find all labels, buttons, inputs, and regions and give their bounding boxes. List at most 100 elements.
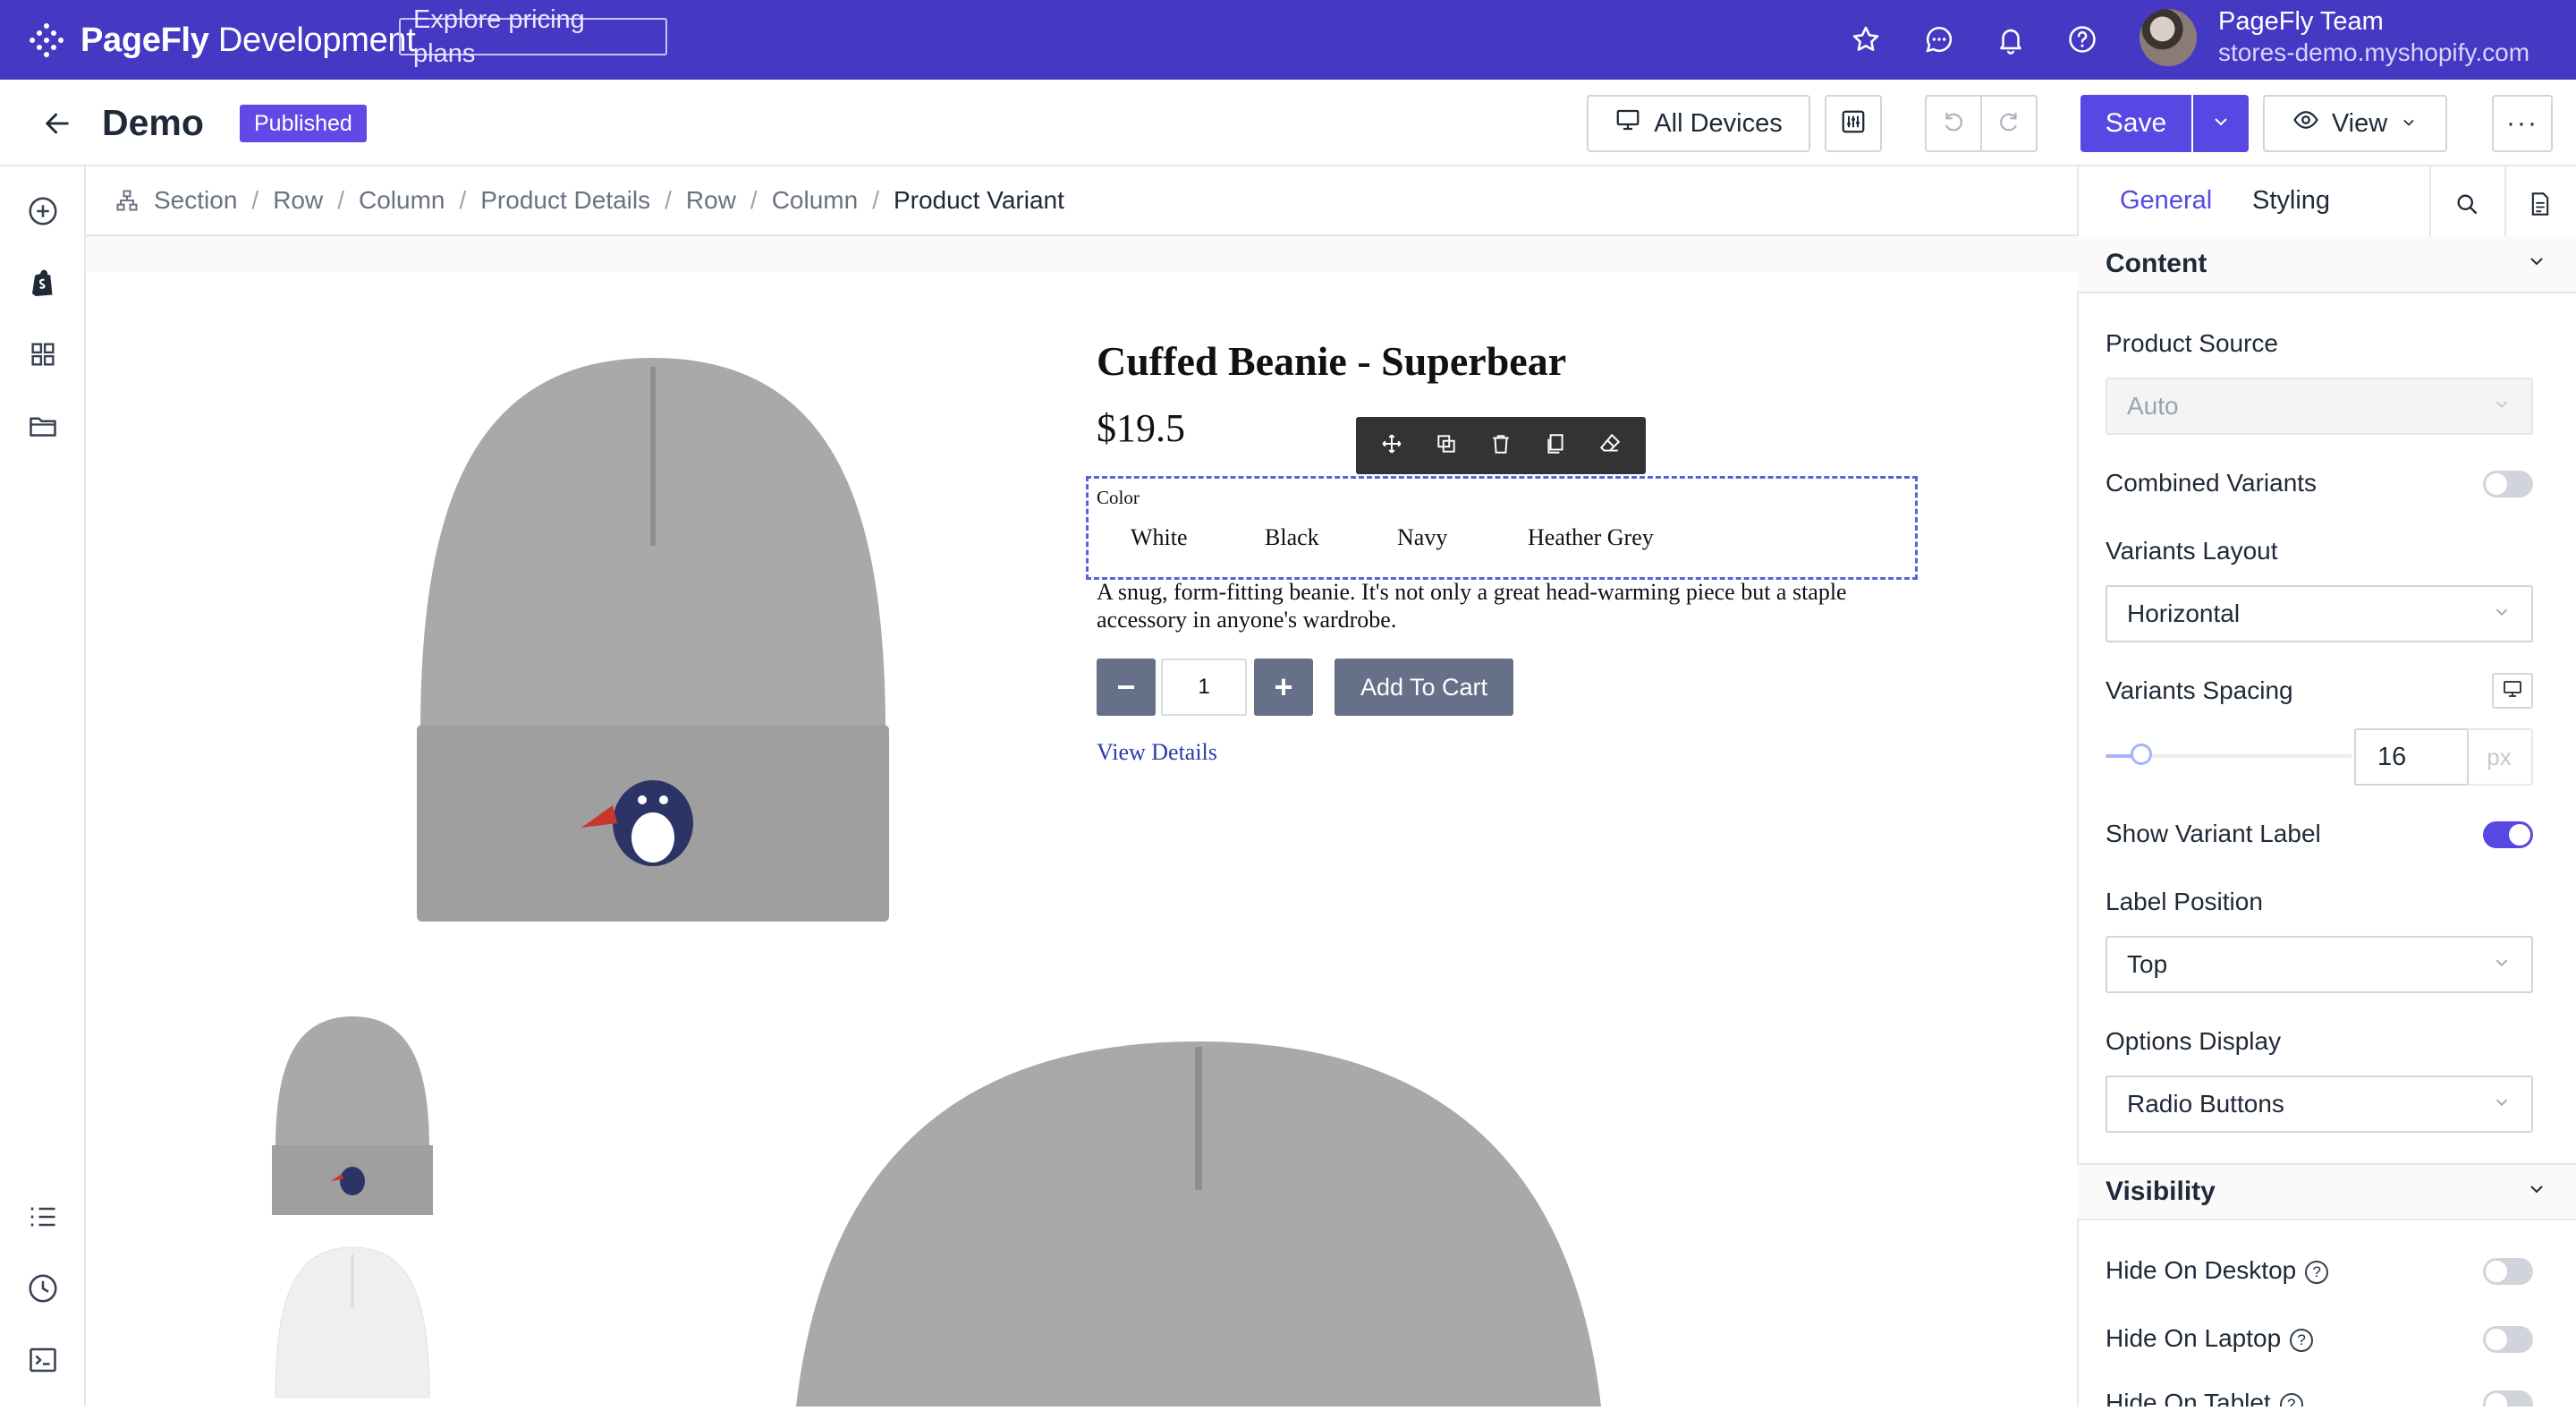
hide-on-tablet-label: Hide On Tablet? [2106, 1389, 2303, 1407]
add-element-icon[interactable] [23, 191, 63, 231]
breadcrumb-item[interactable]: Section [154, 186, 237, 215]
eye-icon [2292, 106, 2319, 140]
options-display-select[interactable]: Radio Buttons [2106, 1075, 2533, 1133]
product-source-label: Product Source [2106, 329, 2278, 357]
content-section-header[interactable]: Content [2077, 236, 2576, 293]
breadcrumb-item[interactable]: Column [772, 186, 858, 215]
view-details-link[interactable]: View Details [1097, 739, 1217, 766]
folder-icon[interactable] [23, 406, 63, 446]
undo-button[interactable] [1925, 95, 1982, 152]
eraser-icon[interactable] [1598, 432, 1622, 460]
search-icon[interactable] [2447, 184, 2487, 224]
chat-icon[interactable] [1921, 21, 1957, 57]
variant-option[interactable]: Navy [1397, 524, 1447, 551]
breadcrumb: Section / Row / Column / Product Details / R… [86, 166, 2077, 236]
responsive-device-button[interactable] [2492, 673, 2533, 709]
help-icon[interactable]: ? [2305, 1260, 2329, 1284]
shopify-icon[interactable] [23, 263, 63, 302]
move-icon[interactable] [1380, 432, 1403, 460]
copy-icon[interactable] [1544, 432, 1567, 460]
explore-pricing-button[interactable]: Explore pricing plans [399, 5, 667, 68]
options-display-label: Options Display [2106, 1027, 2282, 1055]
help-icon[interactable]: ? [2290, 1328, 2314, 1352]
breadcrumb-item[interactable]: Row [686, 186, 736, 215]
help-icon[interactable] [2064, 21, 2100, 57]
hide-on-desktop-toggle[interactable] [2483, 1258, 2533, 1285]
view-label: View [2331, 108, 2388, 138]
redo-button[interactable] [1980, 95, 2038, 152]
variant-option[interactable]: Black [1265, 524, 1319, 551]
breadcrumb-item[interactable]: Column [359, 186, 445, 215]
variant-label: Color [1097, 487, 1140, 508]
selected-element-outline[interactable] [1086, 476, 1918, 580]
quantity-decrease-button[interactable]: − [1097, 659, 1156, 716]
chevron-down-icon [2526, 1177, 2547, 1207]
help-icon[interactable]: ? [2279, 1392, 2303, 1407]
chevron-down-icon [2492, 950, 2512, 979]
add-to-cart-button[interactable]: Add To Cart [1335, 659, 1513, 716]
history-icon[interactable] [23, 1269, 63, 1308]
product-description[interactable]: A snug, form-fitting beanie. It's not on… [1097, 578, 1884, 633]
hide-on-tablet-toggle[interactable] [2483, 1390, 2533, 1407]
duplicate-icon[interactable] [1435, 432, 1458, 460]
grid-icon[interactable] [23, 335, 63, 374]
star-icon[interactable] [1848, 21, 1884, 57]
document-icon[interactable] [2521, 184, 2560, 224]
sliders-icon [1840, 108, 1867, 140]
variant-option[interactable]: Heather Grey [1528, 524, 1654, 551]
chevron-down-icon [2400, 109, 2418, 139]
all-devices-button[interactable]: All Devices [1587, 95, 1810, 152]
divider [2429, 166, 2431, 238]
breadcrumb-item[interactable]: Product Details [480, 186, 650, 215]
select-value: Top [2127, 950, 2168, 978]
layers-list-icon[interactable] [23, 1197, 63, 1237]
hide-on-laptop-toggle[interactable] [2483, 1326, 2533, 1353]
variants-spacing-input[interactable]: 16 [2354, 728, 2469, 786]
pagefly-logo-icon [27, 21, 66, 61]
back-arrow-icon[interactable] [38, 106, 77, 141]
monitor-icon [1614, 106, 1641, 140]
team-name: PageFly Team [2218, 7, 2384, 36]
page-title: Demo [102, 102, 204, 143]
avatar[interactable] [2140, 9, 2197, 66]
show-variant-label-toggle[interactable] [2483, 821, 2533, 848]
variant-option[interactable]: White [1131, 524, 1188, 551]
save-options-button[interactable] [2193, 95, 2249, 152]
chevron-down-icon [2210, 111, 2232, 137]
combined-variants-toggle[interactable] [2483, 471, 2533, 497]
hide-on-laptop-label: Hide On Laptop? [2106, 1324, 2314, 1353]
label-position-select[interactable]: Top [2106, 936, 2533, 993]
slider-handle[interactable] [2131, 744, 2152, 765]
store-url: stores-demo.myshopify.com [2218, 38, 2530, 66]
select-value: Radio Buttons [2127, 1090, 2284, 1118]
visibility-section-header[interactable]: Visibility [2077, 1163, 2576, 1220]
tab-styling[interactable]: Styling [2252, 186, 2330, 216]
view-button[interactable]: View [2263, 95, 2447, 152]
save-button[interactable]: Save [2080, 95, 2191, 152]
quantity-increase-button[interactable]: + [1254, 659, 1313, 716]
divider [2504, 166, 2506, 238]
product-thumbnail[interactable] [267, 1245, 438, 1407]
element-toolbar [1356, 417, 1646, 474]
chevron-down-icon [2492, 599, 2512, 628]
product-gallery-image[interactable] [787, 1038, 1610, 1407]
variants-layout-select[interactable]: Horizontal [2106, 585, 2533, 642]
product-source-select[interactable]: Auto [2106, 378, 2533, 435]
redo-icon [1996, 108, 2022, 140]
breadcrumb-item[interactable]: Row [273, 186, 323, 215]
product-title[interactable]: Cuffed Beanie - Superbear [1097, 336, 1566, 387]
page-settings-button[interactable] [1825, 95, 1882, 152]
product-thumbnail[interactable] [267, 1015, 438, 1219]
console-icon[interactable] [23, 1340, 63, 1380]
undo-icon [1940, 108, 1967, 140]
tab-general[interactable]: General [2120, 186, 2212, 216]
section-title: Visibility [2106, 1177, 2216, 1206]
product-price[interactable]: $19.5 [1097, 404, 1185, 453]
delete-icon[interactable] [1489, 432, 1513, 460]
select-value: Horizontal [2127, 599, 2241, 627]
quantity-input[interactable]: 1 [1161, 659, 1247, 716]
chevron-down-icon [2526, 249, 2547, 279]
more-options-button[interactable]: ··· [2492, 95, 2553, 152]
product-main-image[interactable] [394, 340, 912, 931]
bell-icon[interactable] [1993, 21, 2029, 57]
